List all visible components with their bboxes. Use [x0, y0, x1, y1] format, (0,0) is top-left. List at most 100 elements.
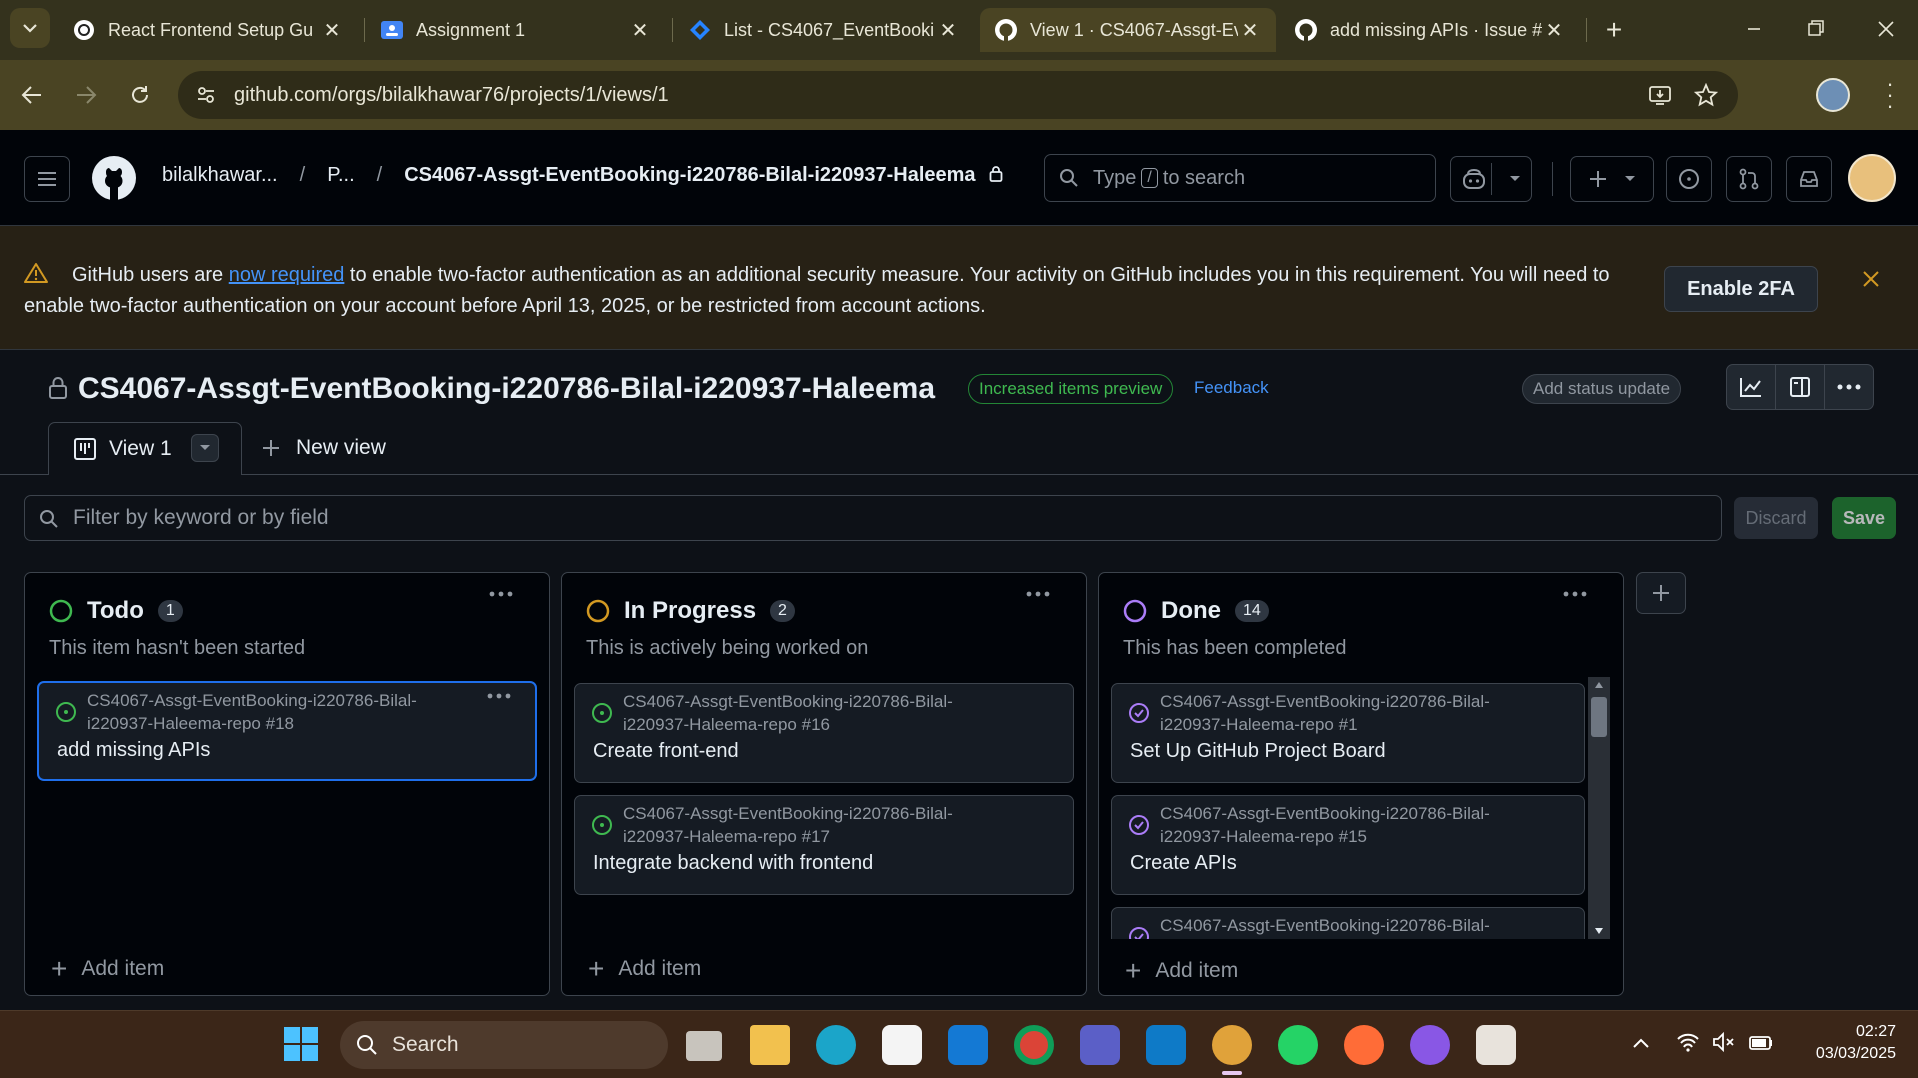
menu-button[interactable]	[24, 156, 70, 202]
browser-tab-2[interactable]: List - CS4067_EventBooki ✕	[674, 8, 974, 52]
insights-chart-button[interactable]	[1727, 365, 1776, 409]
card-repo-ref[interactable]: CS4067-Assgt-EventBooking-i220786-Bilal-…	[87, 689, 467, 735]
vscode-icon[interactable]	[1146, 1025, 1186, 1065]
chrome-profile-icon[interactable]	[1212, 1025, 1252, 1065]
whatsapp-icon[interactable]	[1278, 1025, 1318, 1065]
copilot-button[interactable]	[1450, 156, 1532, 202]
task-view-icon[interactable]	[686, 1031, 722, 1061]
breadcrumb-org[interactable]: bilalkhawar...	[162, 164, 278, 186]
dismiss-banner-button[interactable]	[1862, 270, 1880, 288]
card-issue-17[interactable]: CS4067-Assgt-EventBooking-i220786-Bilal-…	[574, 795, 1074, 895]
wifi-icon[interactable]	[1676, 1031, 1700, 1053]
project-menu-button[interactable]	[1825, 365, 1873, 409]
project-title[interactable]: CS4067-Assgt-EventBooking-i220786-Bilal-…	[78, 372, 935, 406]
new-view-button[interactable]: New view	[262, 436, 386, 460]
forward-button[interactable]	[68, 77, 104, 113]
browser-tab-3-active[interactable]: View 1 · CS4067-Assgt-Ev ✕	[980, 8, 1276, 52]
issues-button[interactable]	[1666, 156, 1712, 202]
scrollbar-thumb[interactable]	[1591, 697, 1607, 737]
close-window-button[interactable]	[1868, 14, 1904, 44]
create-new-button[interactable]	[1570, 156, 1654, 202]
github-logo-icon[interactable]	[90, 154, 138, 202]
card-issue-18[interactable]: CS4067-Assgt-EventBooking-i220786-Bilal-…	[37, 681, 537, 781]
edge-icon[interactable]	[816, 1025, 856, 1065]
card-title[interactable]: Create APIs	[1130, 852, 1237, 875]
breadcrumb-projects[interactable]: P...	[327, 164, 354, 186]
file-explorer-icon[interactable]	[750, 1025, 790, 1065]
discard-button[interactable]: Discard	[1734, 497, 1818, 539]
feedback-link[interactable]: Feedback	[1194, 378, 1269, 398]
taskbar-search[interactable]: Search	[340, 1021, 668, 1069]
card-title[interactable]: Set Up GitHub Project Board	[1130, 740, 1386, 763]
install-app-icon[interactable]	[1648, 83, 1672, 107]
browser-tab-4[interactable]: add missing APIs · Issue # ✕	[1280, 8, 1580, 52]
close-icon[interactable]: ✕	[1542, 18, 1566, 43]
outlook-icon[interactable]	[948, 1025, 988, 1065]
close-icon[interactable]: ✕	[936, 18, 960, 43]
address-bar[interactable]: github.com/orgs/bilalkhawar76/projects/1…	[178, 71, 1738, 119]
card-repo-ref[interactable]: CS4067-Assgt-EventBooking-i220786-Bilal-…	[623, 690, 1003, 736]
card-repo-ref[interactable]: CS4067-Assgt-EventBooking-i220786-Bilal-	[1160, 914, 1540, 937]
add-column-button[interactable]	[1636, 572, 1686, 614]
breadcrumb-project[interactable]: CS4067-Assgt-EventBooking-i220786-Bilal-…	[404, 164, 975, 186]
profile-avatar[interactable]	[1816, 78, 1850, 112]
snipping-tool-icon[interactable]	[1476, 1025, 1516, 1065]
back-button[interactable]	[14, 77, 50, 113]
browser-tab-0[interactable]: React Frontend Setup Gu ✕	[58, 8, 358, 52]
github-desktop-icon[interactable]	[1410, 1025, 1450, 1065]
minimize-button[interactable]	[1736, 14, 1772, 44]
card-repo-ref[interactable]: CS4067-Assgt-EventBooking-i220786-Bilal-…	[623, 802, 1003, 848]
teams-icon[interactable]	[1080, 1025, 1120, 1065]
column-scrollbar[interactable]	[1588, 677, 1610, 939]
battery-icon[interactable]	[1748, 1031, 1774, 1053]
now-required-link[interactable]: now required	[229, 264, 345, 286]
restore-button[interactable]	[1798, 14, 1834, 44]
add-item-button[interactable]: + Add item	[588, 953, 701, 985]
card-issue-16[interactable]: CS4067-Assgt-EventBooking-i220786-Bilal-…	[574, 683, 1074, 783]
volume-muted-icon[interactable]	[1712, 1031, 1736, 1053]
star-icon[interactable]	[1694, 83, 1718, 107]
card-issue-1[interactable]: CS4067-Assgt-EventBooking-i220786-Bilal-…	[1111, 683, 1585, 783]
inbox-button[interactable]	[1786, 156, 1832, 202]
column-menu-button[interactable]	[489, 591, 513, 597]
system-clock[interactable]: 02:27 03/03/2025	[1796, 1021, 1896, 1065]
side-panel-button[interactable]	[1776, 365, 1825, 409]
add-item-button[interactable]: + Add item	[51, 953, 164, 985]
card-menu-button[interactable]	[487, 693, 511, 699]
chevron-up-icon[interactable]	[1632, 1037, 1650, 1049]
site-settings-icon[interactable]	[196, 85, 216, 105]
card-issue-15[interactable]: CS4067-Assgt-EventBooking-i220786-Bilal-…	[1111, 795, 1585, 895]
insights-button[interactable]	[1726, 364, 1874, 410]
card-partial[interactable]: CS4067-Assgt-EventBooking-i220786-Bilal-	[1111, 907, 1585, 939]
save-button[interactable]: Save	[1832, 497, 1896, 539]
add-item-button[interactable]: + Add item	[1125, 955, 1238, 987]
close-icon[interactable]: ✕	[320, 18, 344, 43]
store-icon[interactable]	[882, 1025, 922, 1065]
chrome-icon[interactable]	[1014, 1025, 1054, 1065]
enable-2fa-button[interactable]: Enable 2FA	[1664, 266, 1818, 312]
reload-button[interactable]	[122, 77, 158, 113]
scroll-up-icon[interactable]	[1594, 681, 1604, 689]
filter-input[interactable]: Filter by keyword or by field	[24, 495, 1722, 541]
global-search-input[interactable]: Type / to search	[1044, 154, 1436, 202]
close-icon[interactable]: ✕	[1238, 18, 1262, 43]
scroll-down-icon[interactable]	[1594, 927, 1604, 935]
start-button[interactable]	[282, 1025, 320, 1063]
column-menu-button[interactable]	[1563, 591, 1587, 597]
tab-view-1[interactable]: View 1	[48, 422, 242, 475]
browser-menu-icon[interactable]: · · ·	[1880, 73, 1900, 117]
card-title[interactable]: Integrate backend with frontend	[593, 852, 873, 875]
card-repo-ref[interactable]: CS4067-Assgt-EventBooking-i220786-Bilal-…	[1160, 690, 1540, 736]
pull-requests-button[interactable]	[1726, 156, 1772, 202]
tab-search-button[interactable]	[10, 8, 50, 48]
user-avatar[interactable]	[1848, 154, 1896, 202]
card-title[interactable]: Create front-end	[593, 740, 739, 763]
browser-tab-1[interactable]: Assignment 1 ✕	[366, 8, 666, 52]
column-menu-button[interactable]	[1026, 591, 1050, 597]
close-icon[interactable]: ✕	[628, 18, 652, 43]
new-tab-button[interactable]: +	[1596, 12, 1632, 48]
view-options-button[interactable]	[191, 434, 219, 462]
postman-icon[interactable]	[1344, 1025, 1384, 1065]
card-title[interactable]: add missing APIs	[57, 739, 210, 762]
add-status-update-button[interactable]: Add status update	[1522, 374, 1682, 404]
